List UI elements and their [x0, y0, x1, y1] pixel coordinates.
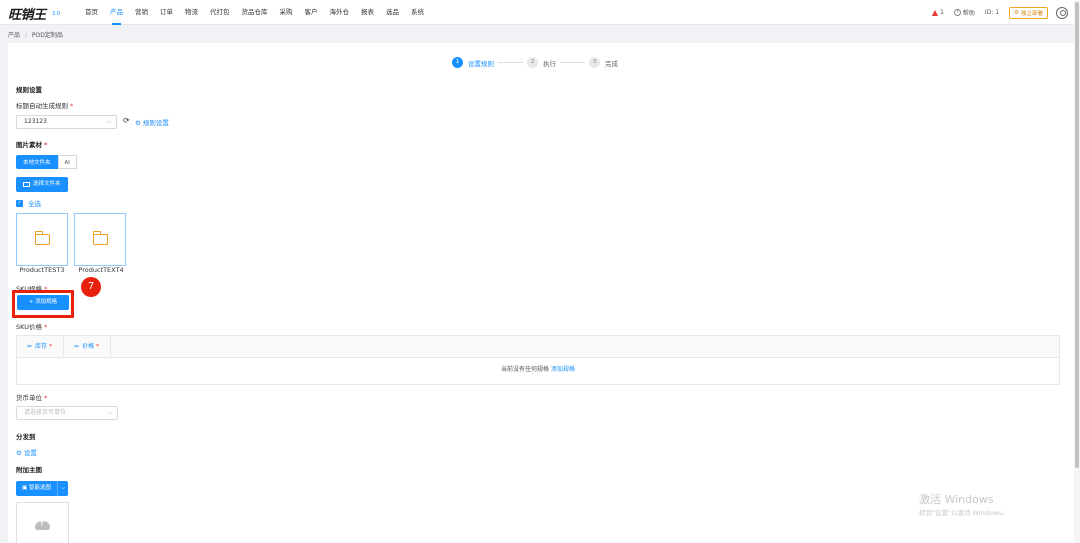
nav-item[interactable]: 货品仓库 [242, 0, 268, 25]
chevron-down-icon: ⌵ [107, 409, 112, 416]
deploy-icon: ⚙ [1014, 9, 1019, 16]
nav-item[interactable]: 选品 [386, 0, 399, 25]
step-number: 2 [527, 57, 538, 68]
main-image-label: 附加主图 [16, 466, 42, 474]
step-number: 3 [589, 57, 600, 68]
avatar-icon[interactable] [1056, 6, 1068, 19]
title-rule-value: 123123 [24, 118, 47, 125]
distribute-settings-link[interactable]: ⚙ 设置 [16, 447, 37, 457]
image-icon: ▣ [22, 485, 29, 491]
nav-item[interactable]: 营销 [135, 0, 148, 25]
image-material-label: 图片素材 * [16, 141, 48, 149]
top-right-area: ▲ 1 ? 帮助 ID: 1 ⚙ 独立部署 [932, 0, 1074, 25]
help-link[interactable]: ? 帮助 [953, 8, 975, 17]
nav-item[interactable]: 首页 [85, 0, 98, 25]
breadcrumb-separator: / [24, 32, 27, 39]
title-rule-select[interactable]: 123123 ⌵ [16, 115, 117, 129]
breadcrumb-root[interactable]: 产品 [8, 32, 20, 39]
tab-local-folder[interactable]: 本地文件夹 [16, 155, 58, 169]
column-price[interactable]: ✎价格 * [64, 336, 111, 357]
folder-name: ProductTEXT4 [78, 266, 124, 274]
refresh-icon[interactable]: ⟳ [123, 116, 130, 125]
breadcrumb-current: POD定制品 [31, 32, 63, 39]
step-execute: 2 执行 [527, 57, 556, 68]
sku-price-table: ✎库存 * ✎价格 * 当前没有任何规格 添加规格 [16, 335, 1060, 385]
smart-select-button[interactable]: ▣ 智能选图 [16, 481, 57, 496]
step-connector [560, 62, 585, 63]
table-header: ✎库存 * ✎价格 * [17, 336, 1059, 358]
nav-item[interactable]: 系统 [411, 0, 424, 25]
scrollbar-thumb[interactable] [1075, 2, 1079, 468]
column-stock[interactable]: ✎库存 * [17, 336, 64, 357]
progress-steps: 1 设置规则 2 执行 3 完成 [452, 57, 618, 68]
help-label: 帮助 [962, 10, 975, 17]
nav-item[interactable]: 采购 [280, 0, 293, 25]
add-spec-button[interactable]: + 添加规格 [17, 295, 69, 310]
breadcrumb: 产品 / POD定制品 [8, 30, 63, 39]
select-all-checkbox[interactable]: ✓ 全选 [16, 198, 41, 208]
select-all-label: 全选 [28, 200, 41, 208]
help-icon: ? [953, 9, 961, 16]
step-label: 执行 [543, 59, 556, 68]
page-scrollbar[interactable] [1074, 0, 1080, 543]
tab-ai[interactable]: AI [57, 155, 77, 169]
currency-placeholder: 请选择货币单位 [24, 409, 67, 416]
chevron-down-icon[interactable]: ⌵ [56, 481, 68, 496]
gear-icon: ⚙ [16, 449, 24, 457]
step-connector [498, 62, 523, 63]
add-spec-link[interactable]: 添加规格 [551, 366, 575, 373]
empty-text: 当前没有任何规格 [501, 366, 550, 373]
deploy-button[interactable]: ⚙ 独立部署 [1009, 6, 1048, 19]
nav-item[interactable]: 物流 [185, 0, 198, 25]
alert-indicator[interactable]: ▲ 1 [932, 8, 944, 17]
folder-card-producttest3[interactable] [16, 213, 68, 266]
upload-card[interactable] [16, 502, 69, 543]
step-number: 1 [452, 57, 463, 68]
sku-price-label: SKU价格 * [16, 323, 48, 331]
currency-select[interactable]: 请选择货币单位 ⌵ [16, 406, 118, 420]
folder-icon [34, 231, 50, 245]
main-nav: 首页 产品 营销 订单 物流 代打包 货品仓库 采购 客户 海外仓 报表 选品 系统 [85, 0, 436, 25]
user-id: ID: 1 [984, 9, 1000, 16]
cloud-upload-icon [35, 520, 50, 530]
step-complete: 3 完成 [589, 57, 618, 68]
folder-name: ProductTEST3 [19, 266, 65, 274]
folder-icon [92, 231, 108, 245]
folder-icon [23, 182, 30, 187]
app-logo[interactable]: 旺销王 [8, 4, 46, 23]
watermark-title: 激活 Windows [919, 493, 994, 506]
folder-card-producttext4[interactable] [74, 213, 126, 266]
step-label: 设置规则 [468, 59, 494, 68]
step-annotation-badge: 7 [81, 277, 101, 297]
smart-select-button-group: ▣ 智能选图 ⌵ [16, 481, 68, 496]
main-content: 1 设置规则 2 执行 3 完成 规则设置 标题自动生成规则 * 123123 ⌵… [8, 43, 1074, 543]
watermark-subtitle: 转到"设置"以激活 Windows。 [919, 509, 1009, 517]
check-icon: ✓ [16, 199, 23, 207]
empty-row: 当前没有任何规格 添加规格 [17, 358, 1059, 382]
nav-item[interactable]: 订单 [160, 0, 173, 25]
step-label: 完成 [605, 59, 618, 68]
step-set-rules: 1 设置规则 [452, 57, 494, 68]
top-navbar: 旺销王 3.0 首页 产品 营销 订单 物流 代打包 货品仓库 采购 客户 海外仓 报表 选品 系统 ▲… [0, 0, 1074, 25]
chevron-down-icon: ⌵ [106, 118, 111, 125]
currency-label: 货币单位 * [16, 394, 48, 402]
warning-icon: ▲ [931, 8, 939, 17]
nav-item[interactable]: 产品 [110, 0, 123, 25]
alert-count: 1 [940, 9, 944, 16]
select-folder-button[interactable]: 选择文件夹 [16, 177, 68, 192]
deploy-label: 独立部署 [1020, 10, 1043, 17]
app-version: 3.0 [52, 11, 60, 17]
nav-item[interactable]: 代打包 [210, 0, 230, 25]
rules-section-title: 规则设置 [16, 86, 42, 94]
rule-settings-link[interactable]: ⚙ 规则设置 [135, 117, 169, 127]
distribute-label: 分发到 [16, 433, 36, 441]
gear-icon: ⚙ [135, 119, 143, 127]
nav-item[interactable]: 客户 [305, 0, 318, 25]
nav-item[interactable]: 海外仓 [330, 0, 350, 25]
nav-item[interactable]: 报表 [361, 0, 374, 25]
material-source-tabs: 本地文件夹 AI [16, 155, 77, 169]
title-rule-label: 标题自动生成规则 * [16, 102, 74, 110]
